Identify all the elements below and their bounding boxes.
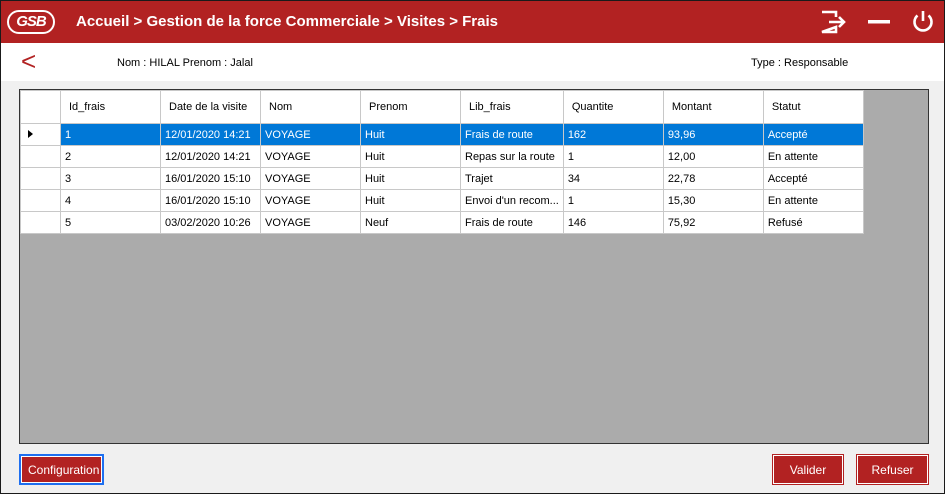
table-cell[interactable]: 12,00 bbox=[662, 145, 764, 168]
table-row[interactable]: 1 12/01/2020 14:21 VOYAGE Huit Frais de rout… bbox=[20, 123, 864, 146]
table-cell[interactable]: Neuf bbox=[360, 211, 461, 234]
table-cell[interactable]: 93,96 bbox=[662, 123, 764, 146]
column-header[interactable]: Montant bbox=[662, 90, 764, 124]
table-cell[interactable]: 146 bbox=[562, 211, 664, 234]
table-cell[interactable]: Refusé bbox=[762, 211, 864, 234]
table-cell[interactable]: 12/01/2020 14:21 bbox=[160, 123, 261, 146]
column-header[interactable]: Prenom bbox=[360, 90, 461, 124]
gsb-logo: GSB bbox=[7, 10, 55, 34]
refuser-button[interactable]: Refuser bbox=[857, 455, 928, 484]
frais-table: Id_frais Date de la visite Nom Prenom Li… bbox=[20, 90, 864, 234]
info-bar: < Nom : HILAL Prenom : Jalal Type : Resp… bbox=[1, 43, 944, 81]
table-cell[interactable]: VOYAGE bbox=[260, 145, 361, 168]
table-cell[interactable]: Huit bbox=[360, 189, 461, 212]
valider-button[interactable]: Valider bbox=[773, 455, 843, 484]
app-header: GSB Accueil > Gestion de la force Commer… bbox=[1, 1, 944, 43]
table-cell[interactable]: 3 bbox=[60, 167, 161, 190]
table-cell[interactable]: 5 bbox=[60, 211, 161, 234]
table-cell[interactable]: En attente bbox=[762, 145, 864, 168]
column-header[interactable]: Nom bbox=[260, 90, 361, 124]
user-name-label: Nom : HILAL Prenom : Jalal bbox=[117, 57, 253, 69]
user-type-label: Type : Responsable bbox=[751, 57, 849, 69]
table-cell[interactable]: 16/01/2020 15:10 bbox=[160, 189, 261, 212]
logout-icon[interactable] bbox=[819, 9, 847, 35]
configuration-button[interactable]: Configuration bbox=[19, 454, 104, 485]
breadcrumb: Accueil > Gestion de la force Commercial… bbox=[76, 13, 498, 30]
table-cell[interactable]: 75,92 bbox=[662, 211, 764, 234]
table-cell[interactable]: Accepté bbox=[762, 167, 864, 190]
table-cell[interactable]: 2 bbox=[60, 145, 161, 168]
table-cell[interactable]: 4 bbox=[60, 189, 161, 212]
row-header[interactable] bbox=[20, 189, 61, 212]
table-cell[interactable]: Huit bbox=[360, 167, 461, 190]
row-header[interactable] bbox=[20, 145, 61, 168]
table-cell[interactable]: 15,30 bbox=[662, 189, 764, 212]
back-button[interactable]: < bbox=[21, 47, 36, 75]
table-cell[interactable]: 1 bbox=[562, 145, 664, 168]
table-cell[interactable]: Trajet bbox=[460, 167, 564, 190]
table-cell[interactable]: VOYAGE bbox=[260, 167, 361, 190]
table-row[interactable]: 2 12/01/2020 14:21 VOYAGE Huit Repas sur la … bbox=[20, 145, 864, 168]
current-row-arrow-icon bbox=[28, 129, 33, 138]
table-cell[interactable]: Huit bbox=[360, 145, 461, 168]
table-cell[interactable]: En attente bbox=[762, 189, 864, 212]
table-cell[interactable]: Accepté bbox=[762, 123, 864, 146]
table-cell[interactable]: VOYAGE bbox=[260, 189, 361, 212]
table-cell[interactable]: 12/01/2020 14:21 bbox=[160, 145, 261, 168]
row-header[interactable] bbox=[20, 167, 61, 190]
table-cell[interactable]: 162 bbox=[562, 123, 664, 146]
table-row[interactable]: 5 03/02/2020 10:26 VOYAGE Neuf Frais de rout… bbox=[20, 211, 864, 234]
table-cell[interactable]: Envoi d'un recom... bbox=[460, 189, 564, 212]
table-cell[interactable]: 22,78 bbox=[662, 167, 764, 190]
column-header[interactable]: Statut bbox=[762, 90, 864, 124]
table-cell[interactable]: Repas sur la route bbox=[460, 145, 564, 168]
table-row[interactable]: 4 16/01/2020 15:10 VOYAGE Huit Envoi d'un re… bbox=[20, 189, 864, 212]
table-cell[interactable]: 34 bbox=[562, 167, 664, 190]
power-icon[interactable] bbox=[909, 9, 937, 35]
table-cell[interactable]: 1 bbox=[562, 189, 664, 212]
table-cell[interactable]: VOYAGE bbox=[260, 123, 361, 146]
table-row[interactable]: 3 16/01/2020 15:10 VOYAGE Huit Trajet 34 22,78… bbox=[20, 167, 864, 190]
column-header[interactable]: Quantite bbox=[562, 90, 664, 124]
minimize-icon[interactable] bbox=[865, 9, 893, 35]
table-cell[interactable]: 16/01/2020 15:10 bbox=[160, 167, 261, 190]
table-cell[interactable]: Frais de route bbox=[460, 211, 564, 234]
column-header[interactable]: Date de la visite bbox=[160, 90, 261, 124]
table-cell[interactable]: 1 bbox=[60, 123, 161, 146]
row-header[interactable] bbox=[20, 211, 61, 234]
table-cell[interactable]: 03/02/2020 10:26 bbox=[160, 211, 261, 234]
table-cell[interactable]: VOYAGE bbox=[260, 211, 361, 234]
column-header[interactable]: Id_frais bbox=[60, 90, 161, 124]
column-header[interactable]: Lib_frais bbox=[460, 90, 564, 124]
row-header-corner bbox=[20, 90, 61, 124]
frais-data-grid[interactable]: Id_frais Date de la visite Nom Prenom Li… bbox=[19, 89, 929, 444]
row-header[interactable] bbox=[20, 123, 61, 146]
table-cell[interactable]: Frais de route bbox=[460, 123, 564, 146]
table-header-row: Id_frais Date de la visite Nom Prenom Li… bbox=[20, 90, 864, 124]
table-cell[interactable]: Huit bbox=[360, 123, 461, 146]
